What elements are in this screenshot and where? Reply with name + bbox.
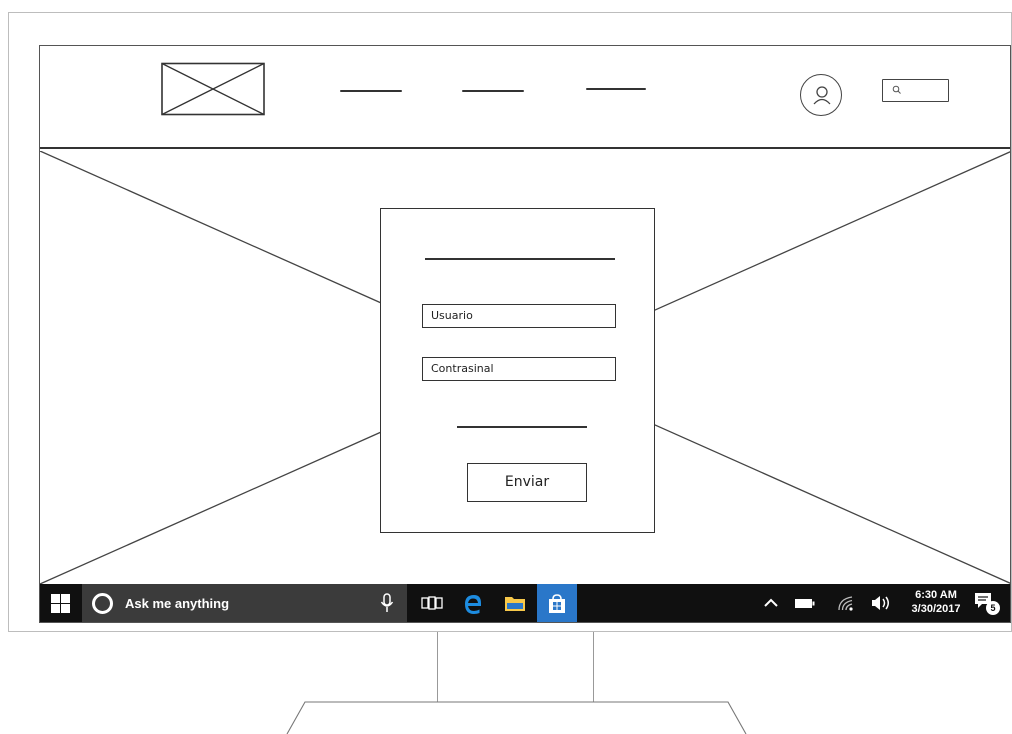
submit-button[interactable]: Enviar	[467, 463, 587, 502]
volume-button[interactable]	[870, 584, 894, 622]
folder-icon	[505, 597, 525, 611]
logo-placeholder[interactable]	[161, 62, 265, 116]
cortana-icon	[92, 593, 113, 614]
login-subtitle-placeholder	[457, 426, 587, 428]
nav-link-3[interactable]	[586, 88, 646, 90]
site-header	[40, 46, 1010, 149]
edge-browser-button[interactable]	[453, 584, 493, 622]
header-search-input[interactable]	[882, 79, 949, 102]
microphone-icon[interactable]	[380, 593, 394, 614]
password-field[interactable]: Contrasinal	[422, 357, 616, 381]
volume-icon	[872, 596, 889, 610]
chevron-up-icon	[764, 598, 778, 607]
screen: Usuario Contrasinal Enviar Ask me anythi…	[39, 45, 1011, 623]
battery-icon	[795, 599, 815, 608]
tray-overflow-button[interactable]	[762, 584, 782, 622]
network-button[interactable]	[836, 584, 858, 622]
store-icon	[549, 594, 565, 613]
monitor-stand-base	[286, 701, 747, 734]
login-title-placeholder	[425, 258, 615, 260]
battery-button[interactable]	[794, 584, 818, 622]
user-avatar-button[interactable]	[800, 74, 842, 116]
action-center-button[interactable]: 5	[974, 592, 1002, 616]
nav-link-1[interactable]	[340, 90, 402, 92]
monitor-frame: Usuario Contrasinal Enviar Ask me anythi…	[8, 12, 1012, 632]
start-button[interactable]	[40, 584, 80, 622]
task-view-icon	[421, 596, 443, 610]
login-card: Usuario Contrasinal Enviar	[380, 208, 655, 533]
taskbar-clock[interactable]: 6:30 AM 3/30/2017	[904, 588, 968, 616]
nav-link-2[interactable]	[462, 90, 524, 92]
search-icon	[892, 85, 901, 94]
monitor-stand-neck	[437, 632, 594, 704]
user-icon	[813, 86, 831, 105]
notification-count-badge: 5	[986, 601, 1000, 615]
username-field[interactable]: Usuario	[422, 304, 616, 328]
cortana-search-box[interactable]: Ask me anything	[82, 584, 407, 622]
clock-time: 6:30 AM	[915, 589, 957, 601]
wifi-icon	[838, 596, 853, 611]
edge-icon	[465, 595, 481, 614]
windows-logo-icon	[51, 594, 70, 613]
clock-date: 3/30/2017	[911, 603, 961, 615]
task-view-button[interactable]	[412, 584, 452, 622]
cortana-search-placeholder: Ask me anything	[125, 596, 230, 611]
store-button[interactable]	[537, 584, 577, 622]
file-explorer-button[interactable]	[495, 584, 535, 622]
windows-taskbar: Ask me anything 6:30 AM 3/30/2017 5	[40, 584, 1010, 622]
hero-image-placeholder: Usuario Contrasinal Enviar	[40, 151, 1010, 584]
